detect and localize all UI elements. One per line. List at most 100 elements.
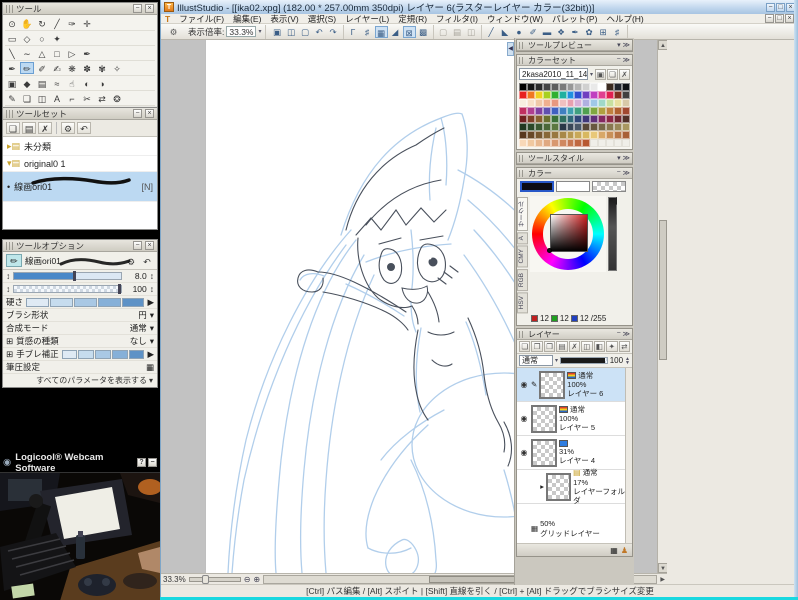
- color-swatch[interactable]: [535, 131, 543, 139]
- color-swatch[interactable]: [590, 91, 598, 99]
- menu-item[interactable]: レイヤー(L): [345, 13, 389, 25]
- color-swatch[interactable]: [567, 123, 575, 131]
- canvas-vertical-scrollbar[interactable]: ▲ ▼: [657, 40, 667, 573]
- symmetry-icon[interactable]: ⊠: [403, 26, 416, 38]
- doc-minimize-icon[interactable]: −: [765, 14, 774, 23]
- color-swatch[interactable]: [543, 139, 551, 147]
- minimize-icon[interactable]: −: [766, 3, 775, 12]
- color-swatch[interactable]: [527, 139, 535, 147]
- tool-preview-header[interactable]: ツールプレビュー ▾≫: [517, 40, 632, 51]
- pen-pressure-icon[interactable]: ▦: [146, 362, 154, 373]
- color-swatch[interactable]: [590, 115, 598, 123]
- color-swatch[interactable]: [519, 139, 527, 147]
- color-tab-CMY[interactable]: CMY: [517, 245, 528, 267]
- value-slider[interactable]: [608, 197, 617, 271]
- color-swatch[interactable]: [622, 123, 630, 131]
- minimize-icon[interactable]: −: [617, 169, 621, 177]
- menu-item[interactable]: 定規(R): [398, 13, 427, 25]
- chevron-down-icon[interactable]: ▾: [150, 323, 154, 334]
- minimize-icon[interactable]: −: [133, 109, 142, 118]
- menu-item[interactable]: ウィンドウ(W): [487, 13, 543, 25]
- frame-icon[interactable]: ▤: [451, 26, 464, 38]
- color-swatch[interactable]: [590, 107, 598, 115]
- color-swatch[interactable]: [598, 115, 606, 123]
- color-swatch[interactable]: [606, 83, 614, 91]
- transfer-icon[interactable]: ◫: [581, 341, 592, 352]
- tool-option-row[interactable]: ↕100↕: [3, 283, 157, 296]
- color-swatch[interactable]: [551, 91, 559, 99]
- color-swatch[interactable]: [527, 115, 535, 123]
- color-swatch[interactable]: [614, 131, 622, 139]
- color-swatch[interactable]: [527, 91, 535, 99]
- new-folder-icon[interactable]: ▤: [22, 122, 36, 134]
- toolset-header[interactable]: ツールセット − ×: [3, 108, 157, 120]
- color-swatch[interactable]: [551, 139, 559, 147]
- layer-thumbnail[interactable]: [531, 439, 557, 467]
- layer-row[interactable]: ◉通常100%レイヤー 5: [517, 402, 632, 436]
- brush-tool-icon[interactable]: ✍: [50, 62, 64, 74]
- color-swatch[interactable]: [551, 107, 559, 115]
- blur-tool-icon[interactable]: ≈: [50, 77, 64, 89]
- color-swatch[interactable]: [606, 123, 614, 131]
- toolset-item[interactable]: ▸▤未分類: [3, 138, 157, 156]
- zoom-ratio-value[interactable]: 33.3%: [226, 26, 256, 37]
- color-tab-サークル[interactable]: サークル: [517, 197, 528, 231]
- color-swatch[interactable]: [567, 83, 575, 91]
- new-raster-layer-icon[interactable]: ❐: [531, 341, 542, 352]
- color-swatch[interactable]: [574, 83, 582, 91]
- chevron-right-icon[interactable]: ▶: [147, 297, 154, 308]
- color-swatch[interactable]: [582, 123, 590, 131]
- color-swatch[interactable]: [543, 123, 551, 131]
- minimize-icon[interactable]: −: [617, 330, 621, 338]
- color-swatch[interactable]: [543, 83, 551, 91]
- ruler-tool-icon[interactable]: ⌐: [65, 92, 79, 104]
- line-tool-icon[interactable]: ╲: [5, 47, 19, 59]
- color-swatch[interactable]: [535, 139, 543, 147]
- color-swatch[interactable]: [582, 107, 590, 115]
- color-swatch[interactable]: [519, 91, 527, 99]
- color-swatch[interactable]: [622, 99, 630, 107]
- color-wheel[interactable]: [530, 196, 606, 272]
- expand-icon[interactable]: ≫: [623, 330, 630, 338]
- layer-thumbnail[interactable]: [539, 371, 565, 399]
- pencil-tool-icon[interactable]: ✐: [527, 26, 540, 38]
- color-swatch[interactable]: [543, 91, 551, 99]
- menu-item[interactable]: 表示(V): [270, 13, 298, 25]
- color-swatch[interactable]: [606, 91, 614, 99]
- help-icon[interactable]: ?: [137, 458, 146, 467]
- color-swatch[interactable]: [551, 115, 559, 123]
- color-swatch[interactable]: [622, 115, 630, 123]
- marker-tool-icon[interactable]: ✐: [35, 62, 49, 74]
- close-fill-icon[interactable]: ◆: [20, 77, 34, 89]
- expand-icon[interactable]: ≫: [623, 41, 630, 49]
- color-swatch[interactable]: [535, 91, 543, 99]
- maximize-icon[interactable]: □: [776, 3, 785, 12]
- new-folder-icon[interactable]: ▤: [556, 341, 567, 352]
- blend-mode-select[interactable]: 通常: [519, 355, 553, 366]
- color-swatch[interactable]: [606, 99, 614, 107]
- expand-icon[interactable]: ⊞: [6, 336, 13, 347]
- layer-row[interactable]: ▸▤通常17%レイヤーフォルダ: [517, 470, 632, 504]
- menu-item[interactable]: ヘルプ(H): [606, 13, 643, 25]
- option-value[interactable]: 通常: [130, 322, 147, 334]
- save-set-icon[interactable]: ▣: [595, 69, 606, 80]
- menu-item[interactable]: 編集(E): [233, 13, 261, 25]
- expand-icon[interactable]: ⊞: [6, 349, 13, 360]
- opacity-slider[interactable]: [13, 285, 122, 293]
- scroll-down-icon[interactable]: ▼: [658, 563, 667, 573]
- color-swatch[interactable]: [582, 91, 590, 99]
- chevron-down-icon[interactable]: ▾: [590, 71, 593, 78]
- balloon-tool-icon[interactable]: ❏: [20, 92, 34, 104]
- color-swatch[interactable]: [567, 131, 575, 139]
- deco-brush-icon[interactable]: ✾: [95, 62, 109, 74]
- color-swatch[interactable]: [567, 99, 575, 107]
- triangle-ruler-icon[interactable]: ◣: [499, 26, 512, 38]
- color-swatch[interactable]: [606, 107, 614, 115]
- color-set-header[interactable]: カラーセット −≫: [517, 55, 632, 66]
- color-swatch[interactable]: [574, 139, 582, 147]
- layers-grid-toggle-icon[interactable]: ▦: [610, 546, 618, 555]
- object-select-icon[interactable]: ▷: [65, 47, 79, 59]
- close-icon[interactable]: ×: [145, 4, 154, 13]
- color-swatch[interactable]: [559, 115, 567, 123]
- tool-palette-header[interactable]: ツール − ×: [3, 3, 157, 15]
